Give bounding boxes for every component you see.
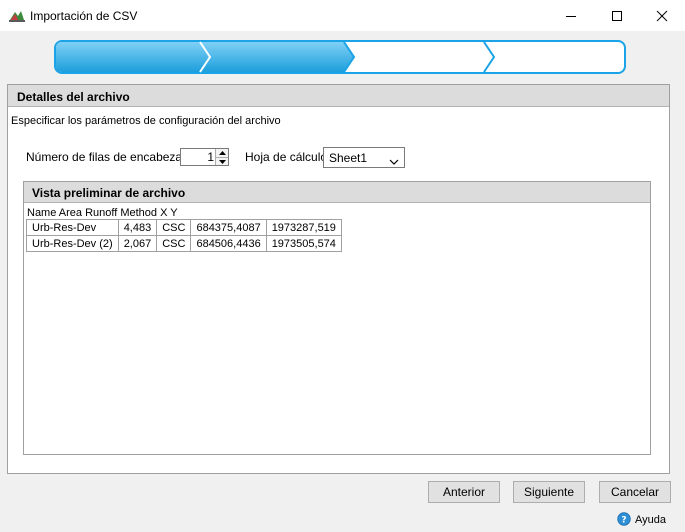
file-details-panel: Detalles del archivo Especificar los par… (7, 84, 670, 474)
wizard-step-2 (200, 42, 354, 72)
file-preview-panel: Vista preliminar de archivo Name Area Ru… (23, 181, 651, 455)
table-cell: 684375,4087 (190, 219, 267, 236)
table-cell: CSC (156, 235, 192, 252)
maximize-button[interactable] (594, 0, 640, 32)
table-cell: CSC (156, 219, 192, 236)
chevron-up-icon (218, 151, 226, 155)
previous-button[interactable]: Anterior (428, 481, 500, 503)
section-description: Especificar los parámetros de configurac… (11, 115, 281, 127)
preview-column-header: Name Area Runoff Method X Y (27, 207, 178, 219)
close-button[interactable] (639, 0, 685, 32)
chevron-down-icon (218, 159, 226, 164)
table-cell: 1973287,519 (265, 219, 342, 236)
sheet-select[interactable]: Sheet1 (323, 147, 405, 168)
table-cell: 2,067 (117, 235, 158, 252)
window-title: Importación de CSV (30, 9, 138, 23)
table-cell: Urb-Res-Dev (26, 219, 119, 236)
help-label[interactable]: Ayuda (635, 514, 666, 526)
section-title: Detalles del archivo (17, 90, 130, 104)
table-cell: 684506,4436 (190, 235, 267, 252)
spin-down-button[interactable] (216, 157, 228, 165)
spin-up-button[interactable] (216, 149, 228, 157)
help-link[interactable]: ? Ayuda (617, 511, 666, 529)
table-row: Urb-Res-Dev (2) 2,067 CSC 684506,4436 19… (26, 235, 342, 252)
next-button[interactable]: Siguiente (513, 481, 585, 503)
table-cell: Urb-Res-Dev (2) (26, 235, 119, 252)
dropdown-arrow-icon (389, 154, 399, 168)
csv-import-icon (9, 9, 25, 23)
header-rows-label: Número de filas de encabezado (26, 150, 196, 164)
preview-title: Vista preliminar de archivo (32, 186, 186, 200)
cancel-button[interactable]: Cancelar (599, 481, 671, 503)
sheet-select-value: Sheet1 (329, 151, 368, 165)
preview-table: Urb-Res-Dev 4,483 CSC 684375,4087 197328… (26, 219, 342, 252)
wizard-progress-bar (54, 40, 626, 74)
sheet-label: Hoja de cálculo (245, 150, 328, 164)
header-rows-stepper[interactable]: 1 (180, 148, 229, 166)
minimize-button[interactable] (548, 0, 594, 32)
table-row: Urb-Res-Dev 4,483 CSC 684375,4087 197328… (26, 219, 342, 236)
wizard-step-1 (56, 42, 210, 72)
title-bar: Importación de CSV (0, 0, 685, 32)
help-icon: ? (617, 511, 631, 529)
header-rows-value[interactable]: 1 (181, 150, 214, 164)
preview-header: Vista preliminar de archivo (24, 182, 650, 203)
svg-text:?: ? (621, 515, 626, 525)
table-cell: 4,483 (117, 219, 158, 236)
table-cell: 1973505,574 (265, 235, 342, 252)
section-header: Detalles del archivo (8, 85, 669, 107)
